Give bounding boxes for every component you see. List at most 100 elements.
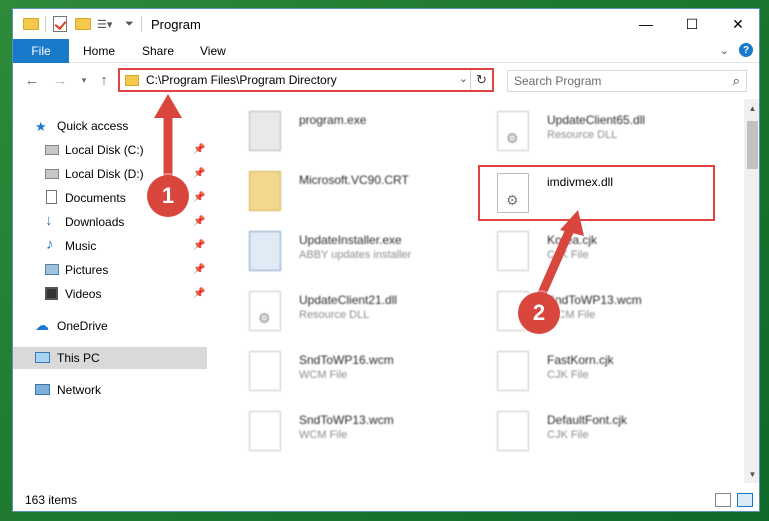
chevron-down-icon[interactable]: ⌄ xyxy=(720,44,729,57)
up-arrow-icon[interactable]: ↑ xyxy=(95,71,113,89)
documents-icon xyxy=(46,190,57,204)
navigation-pane: ★ Quick access Local Disk (C:) 📌 Local D… xyxy=(13,99,207,483)
file-name: SndToWP13.wcm xyxy=(547,293,642,307)
search-placeholder: Search Program xyxy=(514,74,602,88)
pin-icon[interactable]: 📌 xyxy=(193,216,205,227)
tab-file[interactable]: File xyxy=(13,39,69,63)
callout-step-1: 1 xyxy=(147,175,189,217)
scroll-down-icon[interactable]: ▼ xyxy=(744,467,759,481)
file-icon xyxy=(497,411,529,451)
explorer-window: ☰▾ ⏷ Program — ☐ ✕ File Home Share View … xyxy=(12,8,760,512)
pin-icon[interactable]: 📌 xyxy=(193,168,205,179)
folder-icon xyxy=(125,74,139,86)
sidebar-item-label: Local Disk (D:) xyxy=(65,167,144,181)
pin-icon[interactable]: 📌 xyxy=(193,264,205,275)
chevron-down-icon[interactable]: ⌄ xyxy=(459,72,468,85)
file-name: Korea.cjk xyxy=(547,233,598,247)
tab-view[interactable]: View xyxy=(200,39,226,63)
sidebar-item-label: OneDrive xyxy=(57,319,108,333)
file-type: WCM File xyxy=(299,369,348,381)
file-name: UpdateClient21.dll xyxy=(299,293,398,307)
sidebar-item-label: Documents xyxy=(65,191,126,205)
download-icon: ↓ xyxy=(45,212,53,229)
folder-icon xyxy=(23,15,39,33)
pin-icon[interactable]: 📌 xyxy=(193,240,205,251)
file-item[interactable]: UpdateInstaller.exe ABBY updates install… xyxy=(241,223,481,279)
callout-step-2: 2 xyxy=(518,292,560,334)
forward-arrow-icon[interactable]: → xyxy=(51,71,69,89)
recent-locations-icon[interactable]: ▾ xyxy=(75,71,93,89)
file-type: Resource DLL xyxy=(299,309,370,321)
installer-icon xyxy=(249,231,281,271)
details-view-icon[interactable] xyxy=(715,493,731,507)
pin-icon[interactable]: 📌 xyxy=(193,192,205,203)
cloud-icon: ☁ xyxy=(35,317,49,333)
customize-toolbar-icon[interactable]: ⏷ xyxy=(125,15,134,33)
file-icon xyxy=(497,351,529,391)
file-item[interactable]: SndToWP13.wcm WCM File xyxy=(241,403,481,459)
search-input[interactable]: Search Program ⌕ xyxy=(507,70,747,92)
properties-icon[interactable] xyxy=(53,15,67,33)
scroll-up-icon[interactable]: ▲ xyxy=(744,101,759,115)
scrollbar-thumb[interactable] xyxy=(747,121,758,169)
dll-file-icon: ⚙ xyxy=(497,111,529,151)
help-icon[interactable]: ? xyxy=(739,43,753,57)
sidebar-item-label: Network xyxy=(57,383,102,397)
sidebar-item-local-disk-c[interactable]: Local Disk (C:) 📌 xyxy=(13,139,207,161)
sidebar-item-label: Pictures xyxy=(65,263,109,277)
music-icon: ♪ xyxy=(46,236,54,253)
star-icon: ★ xyxy=(35,119,47,134)
sidebar-item-music[interactable]: ♪ Music 📌 xyxy=(13,235,207,257)
file-name: DefaultFont.cjk xyxy=(547,413,628,427)
large-icons-view-icon[interactable] xyxy=(737,493,753,507)
file-type: ABBY updates installer xyxy=(299,249,412,261)
separator xyxy=(45,15,46,33)
sidebar-item-quick-access[interactable]: ★ Quick access xyxy=(13,115,207,137)
file-item[interactable]: SndToWP16.wcm WCM File xyxy=(241,343,481,399)
sidebar-item-this-pc[interactable]: This PC xyxy=(13,347,207,369)
view-options-icon[interactable]: ☰▾ xyxy=(97,15,112,33)
file-name: FastKorn.cjk xyxy=(547,353,614,367)
sidebar-item-network[interactable]: Network xyxy=(13,379,207,401)
file-name: SndToWP16.wcm xyxy=(299,353,394,367)
videos-icon xyxy=(45,287,58,300)
file-item[interactable]: FastKorn.cjk CJK File xyxy=(489,343,729,399)
address-path[interactable]: C:\Program Files\Program Directory xyxy=(146,73,337,87)
file-item[interactable]: DefaultFont.cjk CJK File xyxy=(489,403,729,459)
maximize-button[interactable]: ☐ xyxy=(669,9,715,39)
file-list: program.exe Microsoft.VC90.CRT UpdateIns… xyxy=(221,99,743,483)
window-title: Program xyxy=(151,17,201,32)
new-folder-icon[interactable] xyxy=(75,15,91,33)
refresh-icon[interactable]: ↻ xyxy=(470,70,492,90)
drive-icon xyxy=(45,169,59,179)
ribbon-tabs: File Home Share View ⌄ ? xyxy=(13,39,759,63)
sidebar-item-label: Music xyxy=(65,239,97,253)
vertical-scrollbar[interactable]: ▲ ▼ xyxy=(744,99,759,483)
sidebar-item-pictures[interactable]: Pictures 📌 xyxy=(13,259,207,281)
search-icon[interactable]: ⌕ xyxy=(733,73,740,89)
minimize-button[interactable]: — xyxy=(623,9,669,39)
network-icon xyxy=(35,384,50,395)
back-arrow-icon[interactable]: ← xyxy=(23,71,41,89)
address-bar[interactable]: C:\Program Files\Program Directory ⌄ ↻ xyxy=(118,68,494,92)
file-item[interactable]: ⚙ UpdateClient65.dll Resource DLL xyxy=(489,103,729,159)
pin-icon[interactable]: 📌 xyxy=(193,288,205,299)
file-type: WCM File xyxy=(299,429,348,441)
item-count: 163 items xyxy=(25,493,78,507)
file-icon xyxy=(497,231,529,271)
tab-home[interactable]: Home xyxy=(83,39,115,63)
file-item[interactable]: program.exe xyxy=(241,103,481,159)
pin-icon[interactable]: 📌 xyxy=(193,144,205,155)
sidebar-item-videos[interactable]: Videos 📌 xyxy=(13,283,207,305)
file-item[interactable]: Korea.cjk CJK File xyxy=(489,223,729,279)
file-item[interactable]: ⚙ UpdateClient21.dll Resource DLL xyxy=(241,283,481,339)
dll-file-icon: ⚙ xyxy=(249,291,281,331)
close-button[interactable]: ✕ xyxy=(715,9,759,39)
status-bar: 163 items xyxy=(13,485,759,511)
file-name: SndToWP13.wcm xyxy=(299,413,394,427)
navigation-bar: ← → ▾ ↑ C:\Program Files\Program Directo… xyxy=(13,64,759,96)
sidebar-item-onedrive[interactable]: ☁ OneDrive xyxy=(13,315,207,337)
file-item[interactable]: Microsoft.VC90.CRT xyxy=(241,163,481,219)
tab-share[interactable]: Share xyxy=(142,39,174,63)
file-type: CJK File xyxy=(547,369,589,381)
